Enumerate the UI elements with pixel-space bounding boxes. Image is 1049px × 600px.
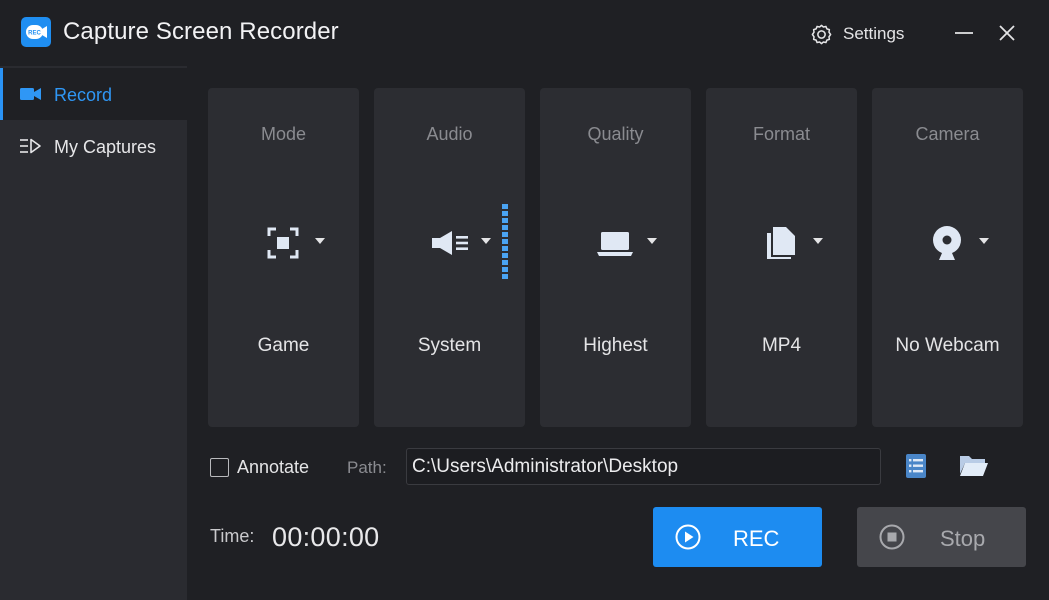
chevron-down-icon xyxy=(481,238,491,244)
card-title: Mode xyxy=(260,124,307,144)
close-button[interactable] xyxy=(994,20,1020,46)
annotate-label: Annotate xyxy=(237,456,310,477)
path-input[interactable] xyxy=(406,448,881,485)
folder-icon xyxy=(960,456,988,476)
rec-camera-logo-icon: REC xyxy=(21,17,51,47)
screen-region-icon xyxy=(267,227,299,259)
open-folder-button[interactable] xyxy=(959,453,989,482)
card-title: Audio xyxy=(426,124,473,144)
list-play-icon xyxy=(20,138,41,154)
card-value: System xyxy=(417,335,482,356)
settings-label: Settings xyxy=(843,24,905,43)
card-value: MP4 xyxy=(761,335,802,356)
video-camera-icon xyxy=(20,88,41,100)
sidebar-item-record[interactable]: Record xyxy=(0,68,187,120)
chevron-down-icon xyxy=(813,238,823,244)
laptop-icon xyxy=(597,232,633,256)
sidebar-item-my-captures[interactable]: My Captures xyxy=(0,120,187,172)
camera-dropdown[interactable] xyxy=(872,222,1023,262)
close-icon xyxy=(999,25,1015,41)
elapsed-time: 00:00:00 xyxy=(272,522,380,552)
camera-card: Camera No Webcam xyxy=(872,88,1023,427)
mode-dropdown[interactable] xyxy=(208,222,359,262)
play-circle-icon xyxy=(675,524,701,550)
webcam-icon xyxy=(933,226,961,260)
sidebar-item-label: Record xyxy=(54,85,113,105)
card-value: Game xyxy=(257,335,310,356)
svg-text:REC: REC xyxy=(28,31,41,37)
rec-label: REC xyxy=(733,526,780,551)
gear-icon xyxy=(811,24,832,44)
quality-dropdown[interactable] xyxy=(540,222,691,262)
stop-button[interactable]: Stop xyxy=(857,507,1026,567)
chevron-down-icon xyxy=(979,238,989,244)
app-title: Capture Screen Recorder xyxy=(63,18,339,45)
sidebar-item-label: My Captures xyxy=(54,137,157,157)
file-list-button[interactable] xyxy=(905,453,927,484)
mode-card: Mode Game xyxy=(208,88,359,427)
file-icon xyxy=(767,227,795,259)
path-label: Path: xyxy=(347,458,387,477)
format-dropdown[interactable] xyxy=(706,222,857,262)
stop-circle-icon xyxy=(879,524,905,550)
card-value: Highest xyxy=(583,335,648,356)
stop-label: Stop xyxy=(940,526,986,551)
file-list-icon xyxy=(906,454,926,478)
title-bar: REC Capture Screen Recorder Settings xyxy=(0,0,1049,66)
settings-button[interactable]: Settings xyxy=(810,22,904,46)
speaker-icon xyxy=(432,231,468,255)
card-value: No Webcam xyxy=(895,335,1000,356)
chevron-down-icon xyxy=(315,238,325,244)
minimize-button[interactable] xyxy=(951,20,977,46)
rec-button[interactable]: REC xyxy=(653,507,822,567)
time-label: Time: xyxy=(210,526,255,546)
card-title: Camera xyxy=(915,124,980,144)
card-title: Quality xyxy=(587,124,644,144)
audio-level-meter xyxy=(502,204,508,279)
chevron-down-icon xyxy=(647,238,657,244)
annotate-checkbox[interactable]: Annotate xyxy=(210,456,309,478)
sidebar: Record My Captures xyxy=(0,66,187,600)
minimize-icon xyxy=(955,32,973,34)
checkbox-box[interactable] xyxy=(210,457,229,477)
audio-card: Audio System xyxy=(374,88,525,427)
quality-card: Quality Highest xyxy=(540,88,691,427)
format-card: Format MP4 xyxy=(706,88,857,427)
card-title: Format xyxy=(752,124,810,144)
